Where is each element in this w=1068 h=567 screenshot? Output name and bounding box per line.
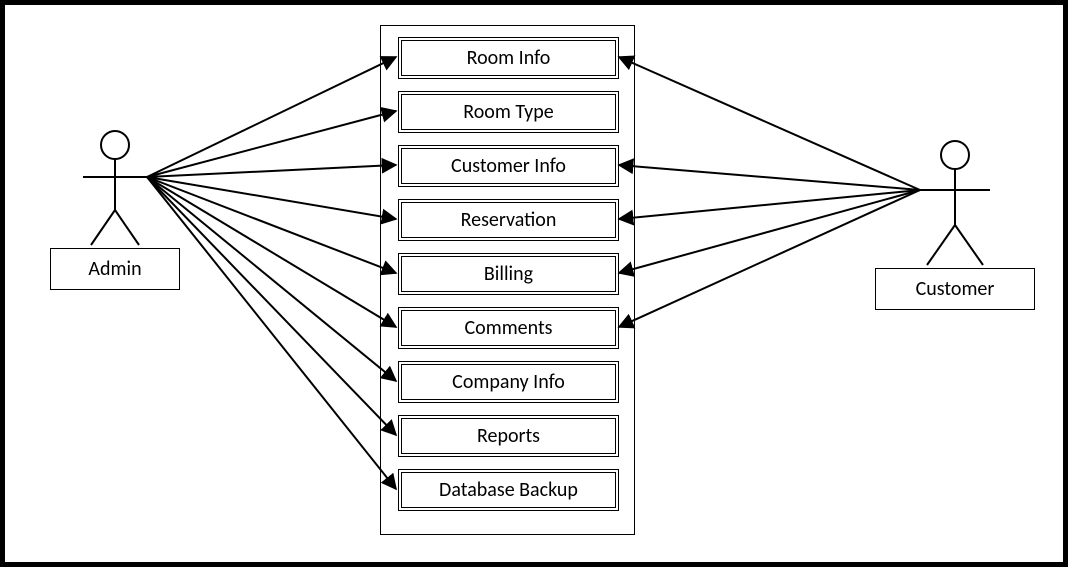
diagram-svg [5,5,1063,562]
actor-admin-icon [83,131,147,245]
admin-connections [147,57,396,489]
diagram-frame: Room Info Room Type Customer Info Reserv… [0,0,1068,567]
actor-customer-icon [920,141,990,265]
customer-connections [619,57,920,327]
